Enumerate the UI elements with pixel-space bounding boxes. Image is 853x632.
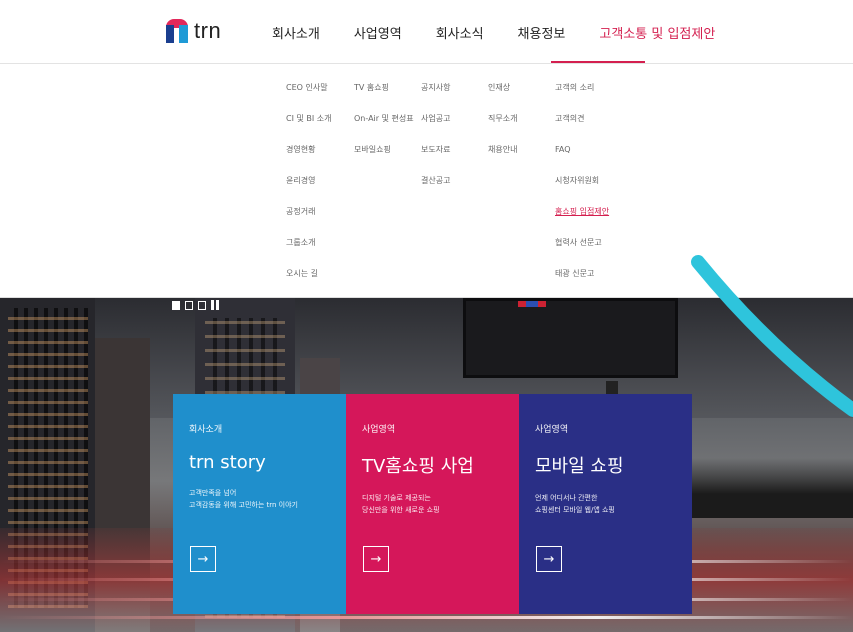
logo-text: trn: [194, 18, 222, 43]
slider-dot-2[interactable]: [185, 300, 193, 310]
logo[interactable]: trn: [166, 18, 221, 44]
nav-company[interactable]: 회사소개: [272, 23, 320, 42]
slider-controls: [172, 300, 219, 310]
card-desc-line: 고객만족을 넘어: [189, 489, 237, 497]
submenu-item[interactable]: 오시는 길: [286, 269, 332, 300]
card-category: 사업영역: [535, 425, 569, 435]
card-title: TV홈쇼핑 사업: [362, 456, 474, 477]
card-company[interactable]: 회사소개 trn story 고객만족을 넘어 고객감동을 위해 고민하는 tr…: [173, 394, 346, 614]
submenu-item[interactable]: 인재상: [488, 83, 517, 114]
submenu-business: TV 홈쇼핑 On-Air 및 편성표 모바일쇼핑: [354, 83, 414, 176]
slider-dot-1[interactable]: [172, 300, 180, 310]
swoosh-decoration: [691, 255, 853, 417]
nav-customer[interactable]: 고객소통 및 입점제안: [599, 23, 715, 42]
card-desc-line: 쇼핑센터 모바일 웹/앱 쇼핑: [535, 506, 615, 514]
submenu-item[interactable]: 윤리경영: [286, 176, 332, 207]
card-desc-line: 당신만을 위한 새로운 쇼핑: [362, 506, 440, 514]
submenu-item[interactable]: TV 홈쇼핑: [354, 83, 414, 114]
card-category: 사업영역: [362, 425, 396, 435]
nav-recruit[interactable]: 채용정보: [518, 23, 566, 42]
submenu-item[interactable]: 직무소개: [488, 114, 517, 145]
card-title: trn story: [189, 452, 266, 473]
arrow-right-icon[interactable]: →: [536, 546, 562, 572]
arrow-right-icon[interactable]: →: [190, 546, 216, 572]
submenu-company: CEO 인사말 CI 및 BI 소개 경영현황 윤리경영 공정거래 그룹소개 오…: [286, 83, 332, 300]
submenu-item-active[interactable]: 홈쇼핑 입점제안: [555, 207, 609, 238]
submenu-item[interactable]: FAQ: [555, 145, 609, 176]
hero-billboard: [463, 298, 678, 411]
submenu-item[interactable]: 공정거래: [286, 207, 332, 238]
nav-news[interactable]: 회사소식: [436, 23, 484, 42]
card-category: 회사소개: [189, 425, 223, 435]
site-header: trn 회사소개 사업영역 회사소식 채용정보 고객소통 및 입점제안: [0, 0, 853, 64]
pause-icon[interactable]: [211, 300, 219, 310]
submenu-item[interactable]: On-Air 및 편성표: [354, 114, 414, 145]
card-tv-shopping[interactable]: 사업영역 TV홈쇼핑 사업 디지털 기술로 제공되는 당신만을 위한 새로운 쇼…: [346, 394, 519, 614]
submenu-item[interactable]: CI 및 BI 소개: [286, 114, 332, 145]
submenu-recruit: 인재상 직무소개 채용안내: [488, 83, 517, 176]
submenu-item[interactable]: 보도자료: [421, 145, 450, 176]
submenu-item[interactable]: 모바일쇼핑: [354, 145, 414, 176]
arrow-right-icon[interactable]: →: [363, 546, 389, 572]
submenu-item[interactable]: 시청자위원회: [555, 176, 609, 207]
card-title: 모바일 쇼핑: [535, 456, 624, 477]
submenu-customer: 고객의 소리 고객의견 FAQ 시청자위원회 홈쇼핑 입점제안 협력사 선문고 …: [555, 83, 609, 300]
nav-active-underline: [551, 61, 645, 63]
hero-trees: [680, 458, 853, 518]
trn-logo-icon: [166, 19, 188, 43]
card-mobile-shopping[interactable]: 사업영역 모바일 쇼핑 언제 어디서나 간편한 쇼핑센터 모바일 웹/앱 쇼핑 …: [519, 394, 692, 614]
submenu-item[interactable]: 고객의견: [555, 114, 609, 145]
main-nav: 회사소개 사업영역 회사소식 채용정보 고객소통 및 입점제안: [272, 23, 749, 42]
submenu-item[interactable]: 그룹소개: [286, 238, 332, 269]
submenu-item[interactable]: 사업공고: [421, 114, 450, 145]
submenu-item[interactable]: CEO 인사말: [286, 83, 332, 114]
submenu-item[interactable]: 협력사 선문고: [555, 238, 609, 269]
card-desc-line: 디지털 기술로 제공되는: [362, 494, 431, 502]
submenu-news: 공지사항 사업공고 보도자료 결산공고: [421, 83, 450, 207]
billboard-flag: [526, 301, 538, 307]
submenu-item[interactable]: 경영현황: [286, 145, 332, 176]
card-desc-line: 언제 어디서나 간편한: [535, 494, 598, 502]
nav-business[interactable]: 사업영역: [354, 23, 402, 42]
submenu-item[interactable]: 태광 신문고: [555, 269, 609, 300]
slider-dot-3[interactable]: [198, 300, 206, 310]
submenu-item[interactable]: 고객의 소리: [555, 83, 609, 114]
light-streak: [0, 616, 853, 619]
submenu-item[interactable]: 공지사항: [421, 83, 450, 114]
card-desc-line: 고객감동을 위해 고민하는 trn 이야기: [189, 501, 298, 509]
submenu-item[interactable]: 결산공고: [421, 176, 450, 207]
feature-cards: 회사소개 trn story 고객만족을 넘어 고객감동을 위해 고민하는 tr…: [173, 394, 692, 614]
submenu-item[interactable]: 채용안내: [488, 145, 517, 176]
